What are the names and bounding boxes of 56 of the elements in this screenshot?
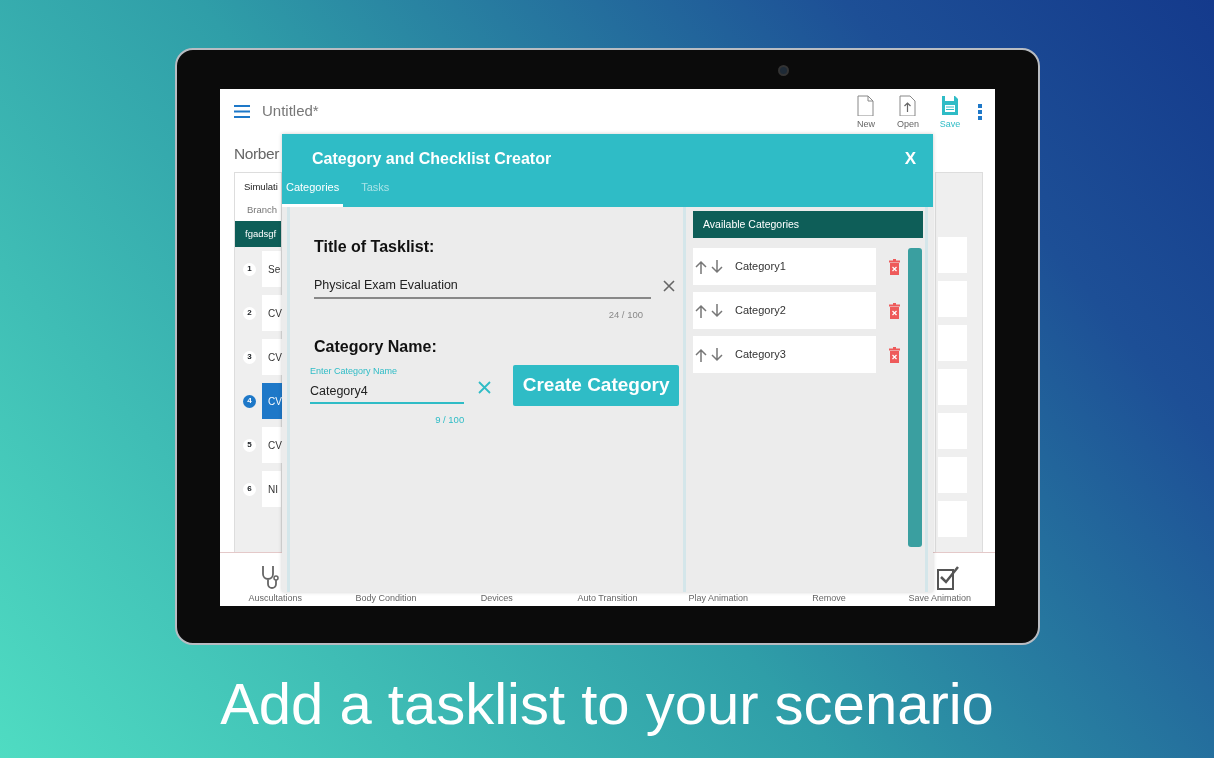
trash-icon[interactable] (889, 258, 900, 275)
text-field[interactable]: Physical Exam Evaluation (314, 274, 651, 299)
step-number: 5 (243, 438, 256, 452)
toolbar-label[interactable]: Save Animation (908, 591, 971, 606)
up-arrow-icon[interactable] (695, 347, 707, 362)
clear-icon[interactable] (663, 280, 675, 293)
up-arrow-icon[interactable] (695, 259, 707, 274)
step-number: 4 (243, 394, 256, 408)
trash-icon[interactable] (889, 346, 900, 363)
toolbar-label[interactable]: Auscultations (248, 591, 303, 606)
document-icon (857, 95, 875, 117)
field-label: Category Name: (314, 336, 438, 357)
step-item[interactable]: CV (262, 339, 282, 375)
stethoscope-icon[interactable] (260, 563, 281, 592)
character-counter: 24 / 100 (608, 308, 643, 320)
step-number: 2 (243, 306, 256, 320)
simulation-tab[interactable]: Simulati (235, 173, 281, 199)
new-button[interactable]: New (851, 95, 881, 132)
menu-icon[interactable] (234, 105, 250, 118)
step-number: 1 (243, 262, 256, 276)
down-arrow-icon[interactable] (711, 347, 723, 362)
trash-icon[interactable] (889, 302, 900, 319)
up-arrow-icon[interactable] (695, 303, 707, 318)
down-arrow-icon[interactable] (711, 259, 723, 274)
dialog-title: Category and Checklist Creator (312, 148, 552, 169)
category-item[interactable]: Category3 (693, 336, 876, 373)
character-counter: 9 / 100 (435, 414, 465, 425)
page-heading: Norber (234, 144, 279, 164)
step-item[interactable]: CV (262, 427, 282, 463)
step-item[interactable]: CV (262, 383, 282, 419)
step-item[interactable]: Se (262, 251, 281, 287)
camera-icon (778, 65, 789, 76)
open-button[interactable]: Open (893, 95, 923, 132)
document-title: Untitled* (262, 101, 319, 122)
toolbar-label[interactable]: Remove (812, 591, 846, 606)
branch-header: fgadsgf (235, 221, 281, 247)
category-item[interactable]: Category1 (693, 248, 876, 285)
caption-text: Add a tasklist to your scenario (219, 670, 995, 738)
toolbar-label[interactable]: Devices (480, 591, 513, 606)
toolbar-label[interactable]: Auto Transition (577, 591, 638, 606)
branch-label: Branch (235, 199, 281, 221)
upload-document-icon (899, 95, 917, 117)
field-label: Title of Tasklist: (314, 237, 436, 257)
more-options-icon[interactable] (977, 103, 983, 120)
list-header: Available Categories (693, 211, 923, 238)
toolbar-label[interactable]: Play Animation (688, 591, 748, 606)
step-item[interactable]: CV (262, 295, 282, 331)
step-number: 3 (243, 350, 256, 364)
category-item[interactable]: Category2 (693, 292, 876, 329)
category-name-field[interactable]: Enter Category Name Category4 (310, 364, 465, 404)
step-number: 6 (243, 482, 256, 496)
save-icon (941, 95, 959, 117)
toolbar-label[interactable]: Body Condition (355, 591, 417, 606)
scrollbar-thumb[interactable] (908, 248, 922, 547)
down-arrow-icon[interactable] (711, 303, 723, 318)
step-item[interactable]: NI (262, 471, 281, 507)
